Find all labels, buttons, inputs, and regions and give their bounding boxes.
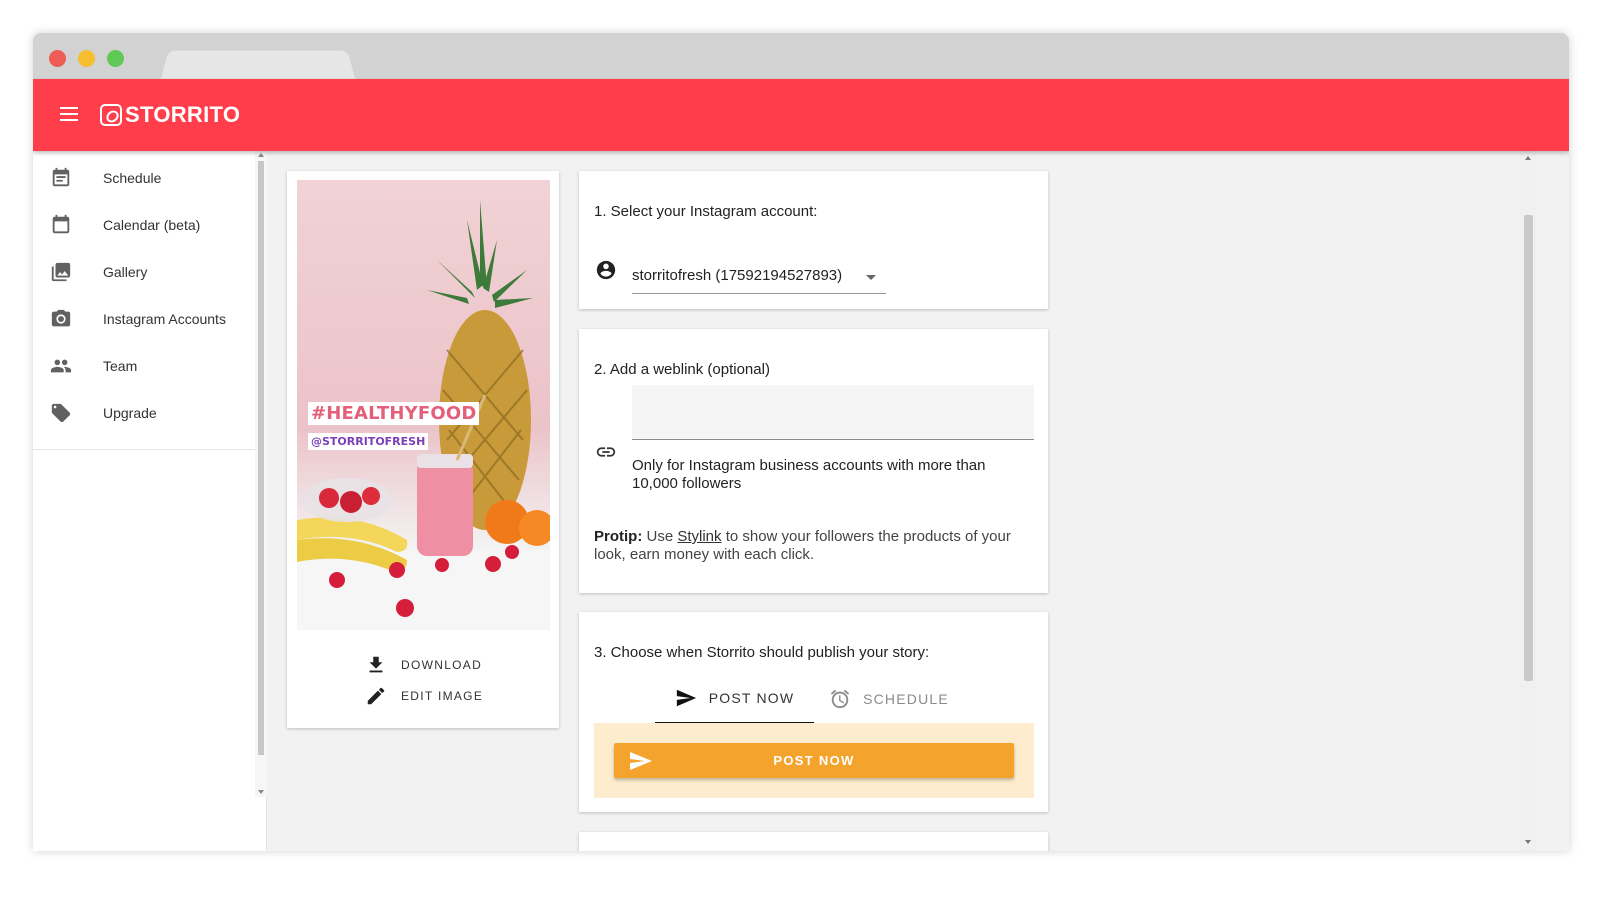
protip-pre: Use bbox=[642, 528, 678, 545]
step2-title: 2. Add a weblink (optional) bbox=[594, 361, 770, 378]
send-icon bbox=[676, 689, 696, 707]
pencil-icon bbox=[367, 687, 385, 705]
account-circle-icon bbox=[596, 260, 616, 280]
download-button[interactable]: DOWNLOAD bbox=[365, 653, 482, 677]
browser-titlebar bbox=[33, 33, 1569, 79]
sidebar-scroll-thumb[interactable] bbox=[258, 161, 264, 755]
sidebar-scrollbar[interactable] bbox=[255, 151, 267, 797]
sidebar-item-label: Schedule bbox=[103, 170, 162, 186]
sidebar-item-label: Team bbox=[103, 358, 138, 374]
calendar-icon bbox=[52, 214, 70, 234]
storrito-logo[interactable]: STORRITO bbox=[100, 102, 240, 128]
sidebar-item-schedule[interactable]: Schedule bbox=[33, 155, 255, 202]
download-icon bbox=[369, 656, 383, 673]
chevron-down-icon bbox=[866, 275, 876, 280]
browser-window: STORRITO Schedule Calendar (beta) Galler… bbox=[33, 33, 1569, 851]
brand-name: STORRITO bbox=[125, 102, 241, 127]
tab-schedule[interactable]: SCHEDULE bbox=[824, 674, 954, 724]
scroll-up-arrow-icon[interactable] bbox=[1525, 156, 1531, 160]
select-account-card: 1. Select your Instagram account: storri… bbox=[579, 171, 1048, 309]
team-icon bbox=[50, 359, 72, 373]
sidebar-item-team[interactable]: Team bbox=[33, 343, 255, 390]
app-bar: STORRITO bbox=[33, 79, 1569, 151]
browser-tab[interactable] bbox=[161, 50, 355, 79]
sidebar-divider bbox=[33, 449, 255, 450]
link-icon bbox=[596, 447, 616, 457]
selected-account: storritofresh (17592194527893) bbox=[632, 267, 843, 284]
hamburger-menu-icon[interactable] bbox=[60, 107, 78, 121]
sidebar: Schedule Calendar (beta) Gallery Instagr… bbox=[33, 151, 267, 851]
post-now-panel: POST NOW bbox=[594, 723, 1034, 798]
sidebar-item-gallery[interactable]: Gallery bbox=[33, 249, 255, 296]
story-image[interactable]: #HEALTHYFOOD @STORRITOFRESH bbox=[297, 180, 550, 630]
step3-title: 3. Choose when Storrito should publish y… bbox=[594, 644, 930, 661]
edit-image-button[interactable]: EDIT IMAGE bbox=[365, 684, 483, 708]
step1-title: 1. Select your Instagram account: bbox=[594, 203, 818, 220]
sidebar-item-label: Gallery bbox=[103, 264, 148, 280]
camera-icon bbox=[51, 309, 71, 327]
weblink-input[interactable] bbox=[632, 385, 1034, 440]
stylink-link[interactable]: Stylink bbox=[677, 528, 721, 545]
scroll-down-arrow-icon[interactable] bbox=[1525, 840, 1531, 844]
tab-schedule-label: SCHEDULE bbox=[863, 691, 949, 707]
sidebar-item-calendar[interactable]: Calendar (beta) bbox=[33, 202, 255, 249]
protip-label: Protip: bbox=[594, 528, 643, 545]
sidebar-item-label: Instagram Accounts bbox=[103, 311, 226, 327]
publish-time-card: 3. Choose when Storrito should publish y… bbox=[579, 612, 1048, 812]
sidebar-item-upgrade[interactable]: Upgrade bbox=[33, 390, 255, 437]
schedule-icon bbox=[52, 167, 70, 187]
tab-post-now-label: POST NOW bbox=[708, 690, 795, 706]
alarm-clock-icon bbox=[830, 689, 850, 709]
tag-icon bbox=[51, 403, 71, 423]
account-select[interactable]: storritofresh (17592194527893) bbox=[632, 267, 886, 294]
tab-post-now[interactable]: POST NOW bbox=[655, 674, 814, 724]
hashtag-sticker: #HEALTHYFOOD bbox=[308, 402, 480, 425]
maximize-window-button[interactable] bbox=[107, 50, 124, 67]
post-now-button[interactable]: POST NOW bbox=[614, 743, 1014, 778]
protip-text: Protip: Use Stylink to show your followe… bbox=[594, 528, 1034, 564]
close-window-button[interactable] bbox=[49, 50, 66, 67]
scroll-down-arrow-icon[interactable] bbox=[258, 790, 264, 794]
next-step-card bbox=[579, 832, 1048, 851]
main-scroll-thumb[interactable] bbox=[1524, 215, 1533, 681]
post-now-button-label: POST NOW bbox=[773, 753, 855, 768]
sidebar-item-label: Upgrade bbox=[103, 405, 157, 421]
scroll-up-arrow-icon[interactable] bbox=[258, 153, 264, 157]
edit-image-label: EDIT IMAGE bbox=[401, 689, 484, 703]
download-label: DOWNLOAD bbox=[401, 658, 483, 672]
sidebar-item-label: Calendar (beta) bbox=[103, 217, 201, 233]
main-scrollbar[interactable] bbox=[1520, 151, 1536, 851]
minimize-window-button[interactable] bbox=[78, 50, 95, 67]
mention-sticker: @STORRITOFRESH bbox=[308, 433, 429, 450]
storrito-logo-icon bbox=[100, 104, 122, 126]
gallery-icon bbox=[51, 262, 71, 282]
weblink-helper-text: Only for Instagram business accounts wit… bbox=[632, 457, 986, 492]
story-preview-card: #HEALTHYFOOD @STORRITOFRESH DOWNLOAD EDI… bbox=[287, 171, 559, 728]
sidebar-item-instagram-accounts[interactable]: Instagram Accounts bbox=[33, 296, 255, 343]
weblink-card: 2. Add a weblink (optional) Only for Ins… bbox=[579, 329, 1048, 593]
